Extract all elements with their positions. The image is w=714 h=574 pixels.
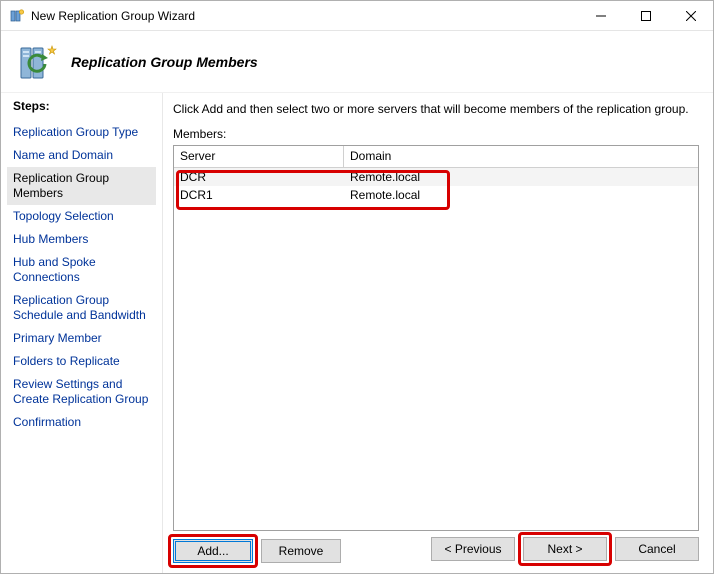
step-item[interactable]: Replication Group Schedule and Bandwidth	[13, 289, 152, 327]
step-item[interactable]: Hub and Spoke Connections	[13, 251, 152, 289]
cancel-button[interactable]: Cancel	[615, 537, 699, 561]
members-grid[interactable]: Server Domain DCRRemote.localDCR1Remote.…	[173, 145, 699, 531]
steps-heading: Steps:	[13, 99, 152, 113]
wizard-button-row: < Previous Next > Cancel	[431, 537, 699, 561]
step-item[interactable]: Replication Group Members	[7, 167, 156, 205]
next-button[interactable]: Next >	[523, 537, 607, 561]
window-title: New Replication Group Wizard	[31, 9, 195, 23]
column-header-server[interactable]: Server	[174, 146, 344, 167]
column-header-domain[interactable]: Domain	[344, 146, 698, 167]
body: Steps: Replication Group TypeName and Do…	[1, 93, 713, 573]
app-icon	[9, 8, 25, 24]
step-item[interactable]: Hub Members	[13, 228, 152, 251]
table-row[interactable]: DCR1Remote.local	[174, 186, 698, 204]
remove-button[interactable]: Remove	[261, 539, 341, 563]
wizard-icon	[15, 40, 59, 84]
previous-button[interactable]: < Previous	[431, 537, 515, 561]
step-item[interactable]: Topology Selection	[13, 205, 152, 228]
titlebar: New Replication Group Wizard	[1, 1, 713, 31]
step-item[interactable]: Review Settings and Create Replication G…	[13, 373, 152, 411]
steps-sidebar: Steps: Replication Group TypeName and Do…	[1, 93, 163, 573]
minimize-button[interactable]	[578, 1, 623, 31]
cell-domain: Remote.local	[344, 188, 698, 202]
main-panel: Click Add and then select two or more se…	[163, 93, 713, 573]
cell-server: DCR	[174, 170, 344, 184]
cell-domain: Remote.local	[344, 170, 698, 184]
close-button[interactable]	[668, 1, 713, 31]
page-title: Replication Group Members	[71, 54, 258, 70]
grid-header: Server Domain	[174, 146, 698, 168]
step-item[interactable]: Name and Domain	[13, 144, 152, 167]
header-band: Replication Group Members	[1, 31, 713, 93]
step-item[interactable]: Primary Member	[13, 327, 152, 350]
table-row[interactable]: DCRRemote.local	[174, 168, 698, 186]
step-item[interactable]: Folders to Replicate	[13, 350, 152, 373]
add-button[interactable]: Add...	[173, 539, 253, 563]
instructions-text: Click Add and then select two or more se…	[173, 101, 699, 117]
members-label: Members:	[173, 127, 699, 141]
step-item[interactable]: Confirmation	[13, 411, 152, 434]
step-item[interactable]: Replication Group Type	[13, 121, 152, 144]
maximize-button[interactable]	[623, 1, 668, 31]
cell-server: DCR1	[174, 188, 344, 202]
